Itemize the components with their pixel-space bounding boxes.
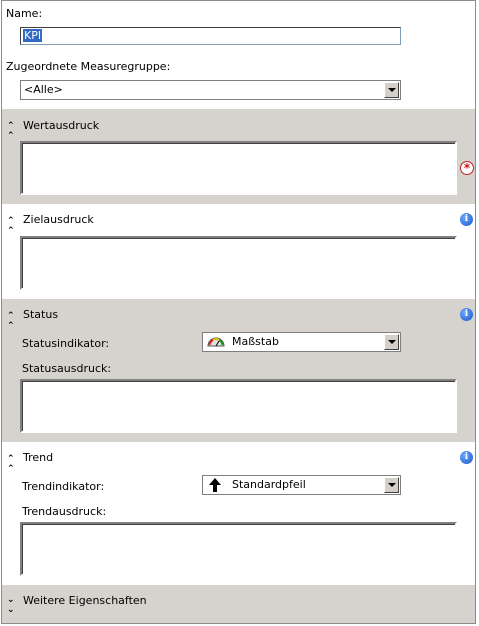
gauge-icon — [207, 337, 225, 347]
collapse-up-icon[interactable]: ⌃ ⌃ — [7, 216, 15, 236]
dropdown-arrow-icon[interactable] — [384, 82, 399, 98]
trend-expression-textarea[interactable] — [20, 522, 457, 576]
trend-indicator-value: Standardpfeil — [232, 478, 306, 491]
value-expression-textarea[interactable] — [20, 141, 457, 195]
general-section: Name: KPI Zugeordnete Measuregruppe: <Al… — [2, 1, 475, 109]
info-icon[interactable]: i — [460, 308, 473, 321]
name-input[interactable]: KPI — [20, 27, 401, 45]
status-section: ⌃ ⌃ Status i Statusindikator: Maßstab Sta… — [2, 299, 475, 442]
collapse-up-icon[interactable]: ⌃ ⌃ — [7, 121, 15, 141]
dropdown-arrow-icon[interactable] — [384, 334, 399, 350]
kpi-form-panel: Name: KPI Zugeordnete Measuregruppe: <Al… — [1, 0, 476, 624]
goal-expression-section: ⌃ ⌃ Zielausdruck i — [2, 204, 475, 299]
status-expression-label: Statusausdruck: — [22, 362, 112, 375]
dropdown-arrow-icon[interactable] — [384, 477, 399, 493]
up-arrow-icon — [209, 478, 221, 492]
more-properties-section: ⌄ ⌄ Weitere Eigenschaften — [2, 585, 475, 623]
trend-section: ⌃ ⌃ Trend i Trendindikator: Standardpfeil… — [2, 442, 475, 585]
trend-expression-label: Trendausdruck: — [22, 505, 107, 518]
status-indicator-value: Maßstab — [232, 335, 279, 348]
value-expression-section: ⌃ ⌃ Wertausdruck * — [2, 109, 475, 204]
status-title: Status — [23, 308, 59, 321]
expand-down-icon[interactable]: ⌄ ⌄ — [7, 595, 15, 615]
goal-expression-textarea[interactable] — [20, 236, 457, 290]
info-icon[interactable]: i — [460, 451, 473, 464]
required-asterisk-icon: * — [460, 161, 474, 175]
info-icon[interactable]: i — [460, 213, 473, 226]
trend-title: Trend — [23, 451, 54, 464]
goal-expression-title: Zielausdruck — [23, 213, 94, 226]
status-indicator-label: Statusindikator: — [22, 337, 110, 350]
collapse-up-icon[interactable]: ⌃ ⌃ — [7, 311, 15, 331]
name-input-value: KPI — [23, 29, 43, 42]
name-label: Name: — [6, 7, 43, 20]
trend-indicator-label: Trendindikator: — [22, 480, 105, 493]
measure-group-label: Zugeordnete Measuregruppe: — [6, 60, 171, 73]
trend-indicator-select[interactable]: Standardpfeil — [202, 475, 401, 495]
measure-group-value: <Alle> — [24, 83, 63, 96]
status-expression-textarea[interactable] — [20, 379, 457, 433]
collapse-up-icon[interactable]: ⌃ ⌃ — [7, 454, 15, 474]
measure-group-select[interactable]: <Alle> — [20, 80, 401, 100]
value-expression-title: Wertausdruck — [23, 119, 100, 132]
status-indicator-select[interactable]: Maßstab — [202, 332, 401, 352]
more-properties-title: Weitere Eigenschaften — [23, 594, 147, 607]
